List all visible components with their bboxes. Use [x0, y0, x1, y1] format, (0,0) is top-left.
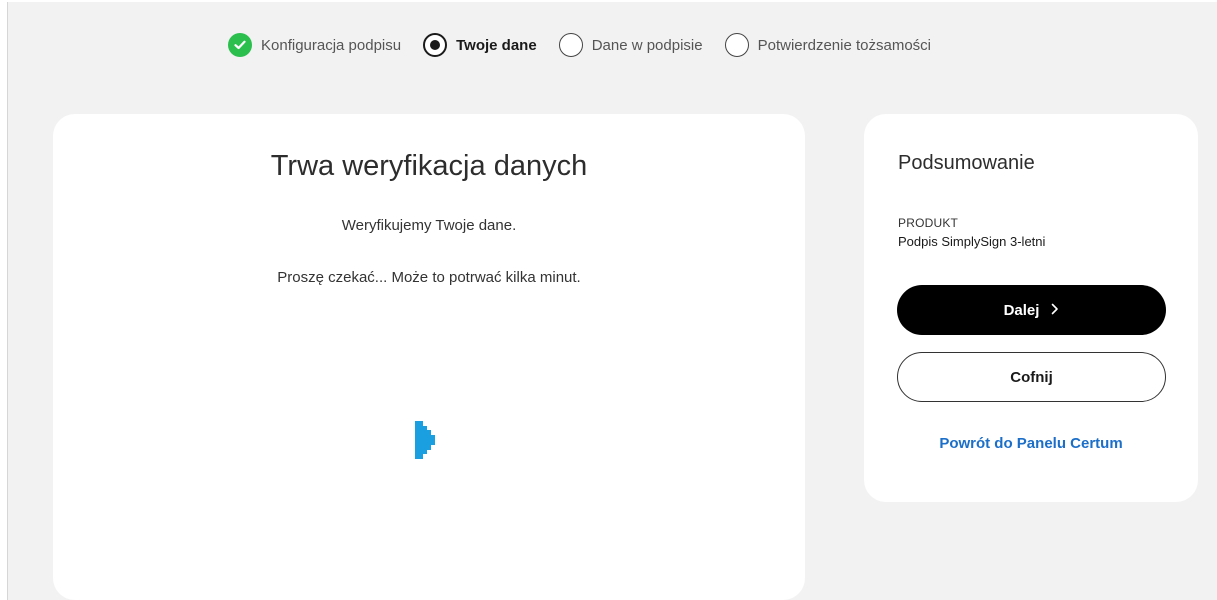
- radio-empty-icon: [724, 33, 749, 57]
- summary-card: Podsumowanie PRODUKT Podpis SimplySign 3…: [864, 114, 1198, 502]
- verification-message: Weryfikujemy Twoje dane.: [341, 217, 517, 234]
- step-your-data: Twoje dane: [423, 33, 537, 57]
- wait-message: Proszę czekać... Może to potrwać kilka m…: [277, 269, 581, 286]
- next-button[interactable]: Dalej: [897, 285, 1166, 335]
- step-signature-data: Dane w podpisie: [558, 33, 703, 57]
- radio-selected-icon: [423, 33, 448, 57]
- back-button-label: Cofnij: [1010, 368, 1053, 386]
- return-to-panel-link[interactable]: Powrót do Panelu Certum: [864, 435, 1198, 452]
- loading-spinner-icon: [413, 419, 445, 461]
- summary-title: Podsumowanie: [898, 152, 1035, 174]
- chevron-right-icon: [1051, 300, 1059, 320]
- back-button[interactable]: Cofnij: [897, 352, 1166, 402]
- check-icon: [228, 33, 252, 57]
- radio-empty-icon: [558, 33, 583, 57]
- step-label: Dane w podpisie: [591, 36, 703, 54]
- progress-stepper: Konfiguracja podpisu Twoje dane Dane w p…: [228, 31, 931, 59]
- window-left-edge: [0, 0, 8, 600]
- next-button-label: Dalej: [1003, 301, 1040, 319]
- page-title: Trwa weryfikacja danych: [270, 150, 588, 182]
- step-label: Twoje dane: [456, 36, 537, 54]
- step-label: Potwierdzenie tożsamości: [757, 36, 932, 54]
- step-label: Konfiguracja podpisu: [261, 36, 402, 54]
- verification-card: Trwa weryfikacja danych Weryfikujemy Two…: [53, 114, 805, 600]
- step-signature-config: Konfiguracja podpisu: [228, 33, 401, 57]
- product-label: PRODUKT: [898, 216, 959, 230]
- product-name: Podpis SimplySign 3-letni: [898, 234, 1046, 249]
- window-top-edge: [7, 0, 1217, 2]
- step-identity-confirmation: Potwierdzenie tożsamości: [724, 33, 932, 57]
